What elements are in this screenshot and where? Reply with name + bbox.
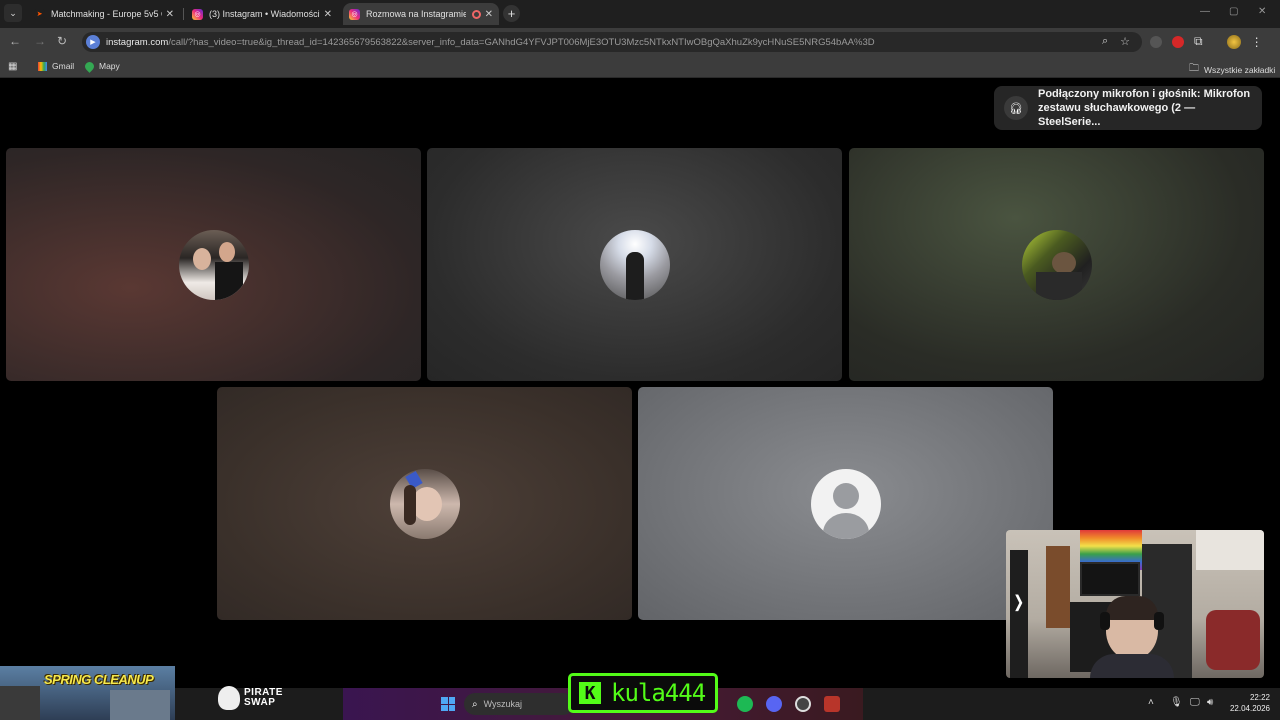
- kick-username: kula444: [611, 679, 706, 707]
- pirate-skull-icon: [218, 686, 240, 710]
- kick-logo-icon: K: [579, 682, 601, 704]
- participant-avatar: [389, 468, 460, 539]
- network-icon[interactable]: 🖵: [1190, 697, 1200, 708]
- tab-instagram-messages[interactable]: ◎ (3) Instagram • Wiadomości ✕: [186, 3, 338, 25]
- bookmark-star-icon[interactable]: ☆: [1120, 35, 1130, 48]
- back-icon[interactable]: ←: [9, 34, 21, 48]
- participant-tile-1[interactable]: [6, 148, 421, 381]
- participant-tile-3[interactable]: [849, 148, 1264, 381]
- tab-search-chevron-icon[interactable]: ⌄: [4, 4, 22, 22]
- maximize-icon[interactable]: ▢: [1229, 6, 1238, 17]
- participant-avatar: [1021, 229, 1092, 300]
- url-path: /call/?has_video=true&ig_thread_id=14236…: [168, 36, 875, 48]
- apps-grid-icon[interactable]: ▦: [8, 61, 17, 72]
- pirate-swap-logo: PIRATE SWAP: [218, 684, 283, 712]
- bookmark-gmail[interactable]: Gmail: [38, 61, 74, 71]
- spring-cleanup-overlay: SPRING CLEANUP: [0, 666, 175, 720]
- tab-instagram-call[interactable]: ◎ Rozmowa na Instagramie ✕: [343, 3, 499, 25]
- default-user-icon: [810, 468, 881, 539]
- instagram-icon: ◎: [192, 8, 203, 20]
- discord-icon[interactable]: [766, 696, 782, 712]
- adblock-extension-icon[interactable]: [1172, 35, 1184, 48]
- tab-matchmaking[interactable]: ➤ Matchmaking - Europe 5v5 Qu ✕: [28, 3, 180, 25]
- clock-date: 22.04.2026: [1229, 704, 1270, 713]
- bookmark-maps[interactable]: Mapy: [83, 59, 120, 73]
- folder-icon: 🗀: [1189, 63, 1199, 74]
- search-placeholder: Wyszukaj: [483, 699, 523, 709]
- minimize-icon[interactable]: —: [1200, 6, 1210, 17]
- tab-divider: [183, 8, 184, 20]
- brave-shield-icon[interactable]: [824, 696, 840, 712]
- volume-icon[interactable]: 🔊︎: [1207, 697, 1213, 708]
- tray-chevron-up-icon[interactable]: ˄: [1148, 697, 1154, 708]
- tab-label: Rozmowa na Instagramie: [366, 9, 466, 19]
- spotify-icon[interactable]: [737, 696, 753, 712]
- participant-avatar: [178, 229, 249, 300]
- instagram-icon: ◎: [349, 8, 360, 20]
- tab-label: Matchmaking - Europe 5v5 Qu: [51, 9, 162, 19]
- faceit-icon: ➤: [34, 8, 45, 20]
- headphones-icon: 🎧︎: [1004, 96, 1028, 120]
- video-call-site-icon[interactable]: ▶: [86, 35, 100, 49]
- tab-strip: ⌄ ➤ Matchmaking - Europe 5v5 Qu ✕ ◎ (3) …: [0, 0, 1280, 28]
- all-bookmarks-button[interactable]: 🗀 Wszystkie zakładki: [1189, 61, 1275, 78]
- browser-toolbar: ← → ↻ ▶ instagram.com /call/?has_video=t…: [0, 28, 1280, 56]
- close-icon[interactable]: ✕: [324, 9, 332, 20]
- windows-start-icon[interactable]: [441, 697, 455, 711]
- kick-username-overlay: K kula444: [568, 673, 718, 713]
- self-camera-view[interactable]: ❭: [1006, 530, 1264, 678]
- audio-device-toast: 🎧︎ Podłączony mikrofon i głośnik: Mikrof…: [994, 86, 1262, 130]
- maps-icon: [83, 59, 96, 73]
- taskbar-search-input[interactable]: ⌕ Wyszukaj: [464, 693, 574, 715]
- close-icon[interactable]: ✕: [485, 9, 493, 20]
- zoom-icon[interactable]: ⌕: [1102, 35, 1108, 48]
- participant-avatar: [599, 229, 670, 300]
- toast-text: Podłączony mikrofon i głośnik: Mikrofon …: [1038, 88, 1251, 128]
- participant-tile-2[interactable]: [427, 148, 842, 381]
- video-call-area: 🎧︎ Podłączony mikrofon i głośnik: Mikrof…: [0, 78, 1280, 688]
- pirate-text-line2: SWAP: [244, 697, 276, 708]
- clock-time: 22:22: [1249, 693, 1270, 702]
- participant-tile-4[interactable]: [217, 387, 632, 620]
- reload-icon[interactable]: ↻: [57, 34, 67, 48]
- participant-tile-5[interactable]: [638, 387, 1053, 620]
- kebab-menu-icon[interactable]: ⋮: [1251, 35, 1263, 49]
- recording-icon: [471, 9, 481, 19]
- close-icon[interactable]: ✕: [166, 9, 174, 20]
- forward-icon[interactable]: →: [34, 34, 46, 48]
- new-tab-button[interactable]: +: [503, 5, 520, 22]
- steam-icon[interactable]: [795, 696, 811, 712]
- tab-label: (3) Instagram • Wiadomości: [209, 9, 320, 19]
- extensions-puzzle-icon[interactable]: ⧉: [1194, 34, 1203, 49]
- bookmark-label: Gmail: [52, 61, 75, 71]
- bookmarks-bar: ▦ Gmail Mapy 🗀 Wszystkie zakładki: [0, 56, 1280, 78]
- url-host: instagram.com: [106, 36, 169, 48]
- chevron-right-icon[interactable]: ❭: [1012, 592, 1025, 612]
- search-icon: ⌕: [472, 698, 478, 710]
- all-bookmarks-label: Wszystkie zakładki: [1204, 64, 1276, 75]
- microphone-icon[interactable]: 🎙︎: [1170, 697, 1183, 708]
- spring-cleanup-title: SPRING CLEANUP: [44, 672, 154, 687]
- window-close-icon[interactable]: ✕: [1258, 6, 1266, 17]
- system-clock[interactable]: 22:22 22.04.2026: [1226, 692, 1270, 714]
- profile-avatar[interactable]: [1226, 34, 1241, 49]
- gmail-icon: [38, 61, 47, 71]
- address-bar[interactable]: ▶ instagram.com /call/?has_video=true&ig…: [82, 32, 1142, 52]
- extension-icon[interactable]: [1150, 35, 1162, 48]
- bookmark-label: Mapy: [99, 61, 120, 71]
